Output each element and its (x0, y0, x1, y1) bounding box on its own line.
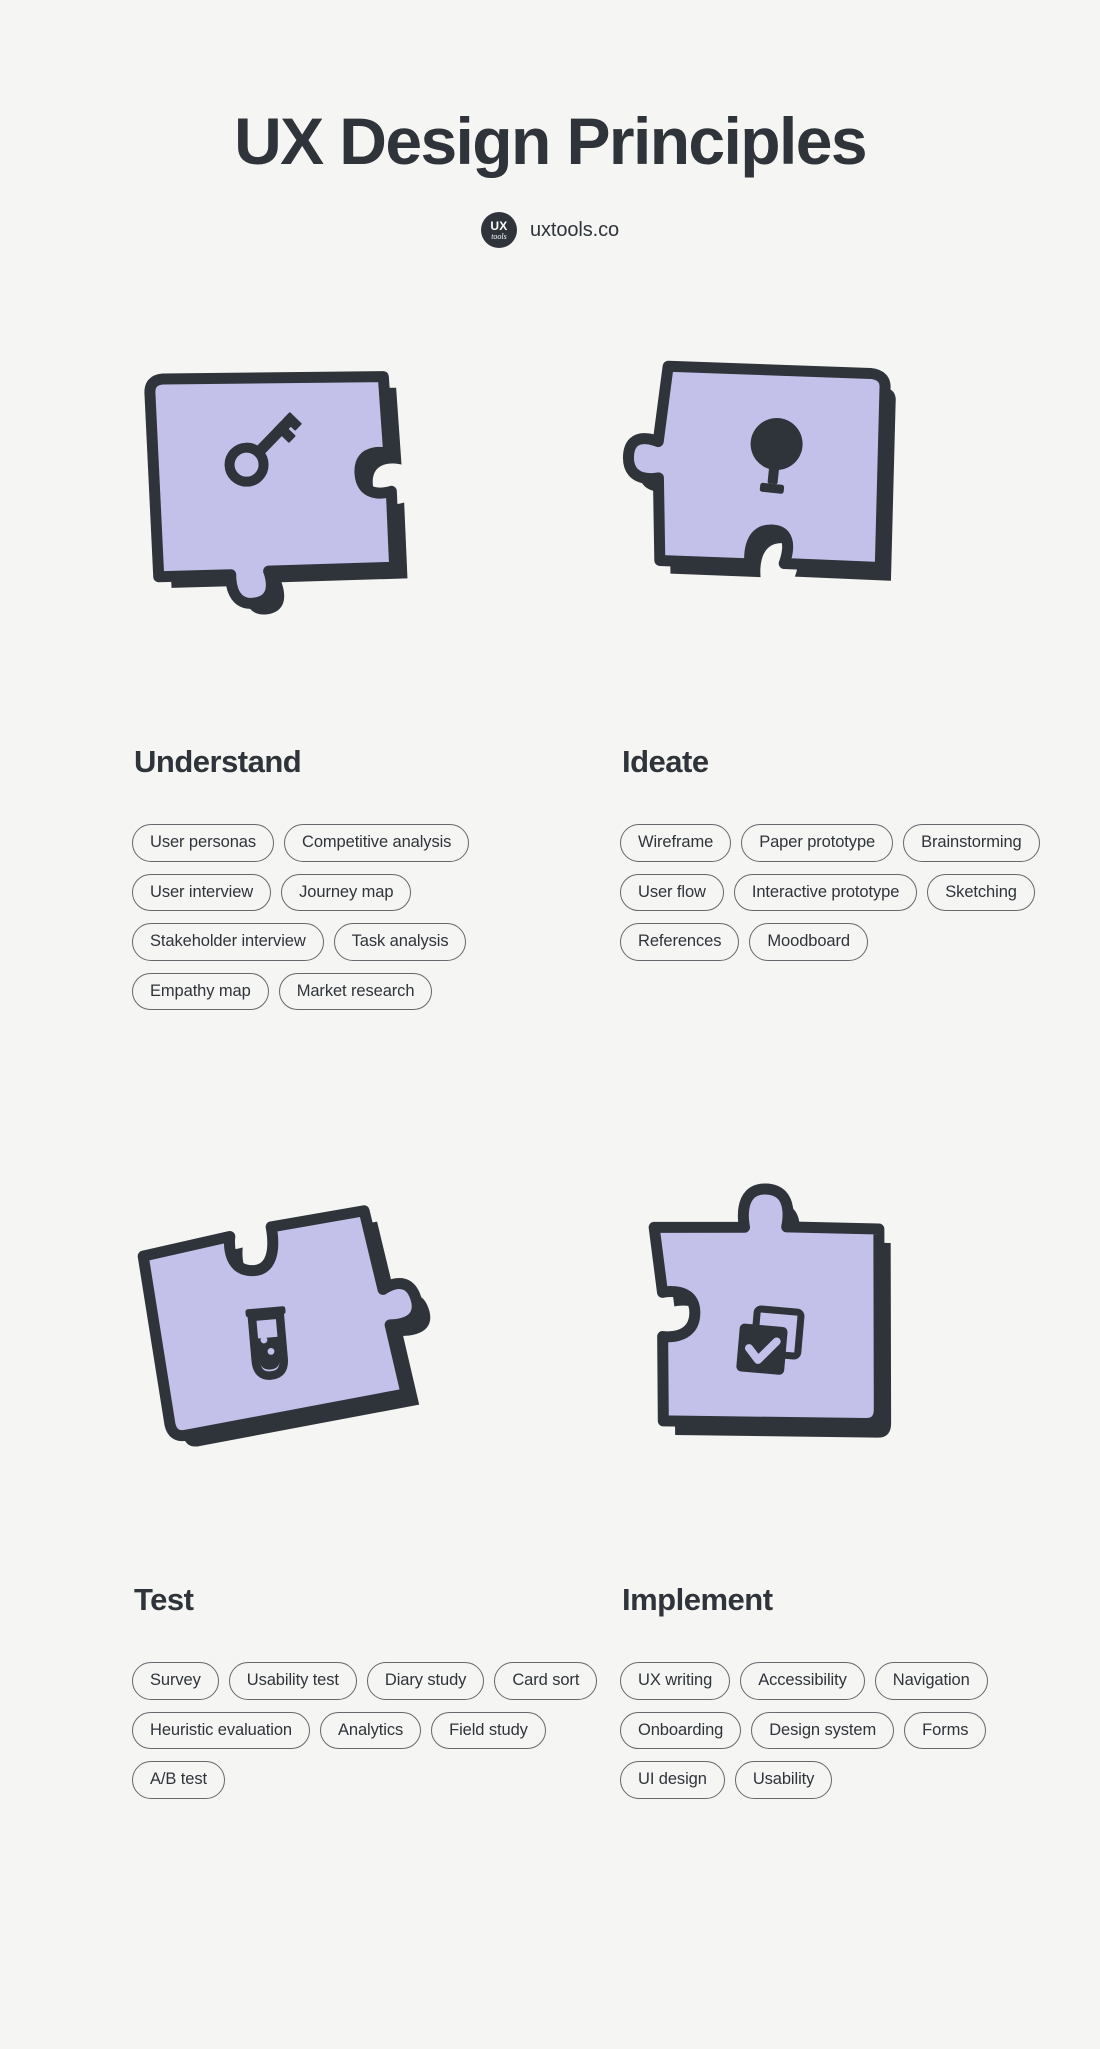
puzzle-piece-implement (620, 1183, 1080, 1582)
tag-item[interactable]: Analytics (320, 1711, 422, 1749)
tag-item[interactable]: Forms (904, 1711, 987, 1749)
puzzle-piece-test (132, 1198, 592, 1582)
tag-item[interactable]: User flow (620, 873, 724, 911)
tag-list-test: Survey Usability test Diary study Card s… (132, 1662, 612, 1799)
tag-item[interactable]: UX writing (620, 1662, 731, 1700)
tag-item[interactable]: Task analysis (333, 923, 467, 961)
tag-item[interactable]: Usability (734, 1761, 833, 1799)
tag-item[interactable]: Empathy map (132, 972, 269, 1010)
tag-item[interactable]: Card sort (494, 1662, 598, 1700)
tag-item[interactable]: Sketching (927, 873, 1035, 911)
page-title: UX Design Principles (234, 104, 867, 178)
section-title: Ideate (622, 744, 709, 779)
tag-item[interactable]: Design system (751, 1711, 895, 1749)
tag-item[interactable]: A/B test (132, 1761, 225, 1799)
key-puzzle-svg (144, 371, 408, 615)
uxtools-logo-icon: UX tools (480, 212, 517, 248)
brand-credit: UX tools uxtools.co (0, 212, 1100, 248)
tag-item[interactable]: User personas (132, 824, 274, 862)
tag-item[interactable]: User interview (132, 873, 272, 911)
tag-item[interactable]: Paper prototype (741, 824, 894, 862)
tag-item[interactable]: Market research (278, 972, 433, 1010)
logo-text-secondary: tools (491, 231, 507, 241)
section-title: Test (134, 1582, 194, 1617)
tag-list-understand: User personas Competitive analysis User … (132, 824, 612, 1010)
section-title: Understand (134, 744, 302, 779)
tag-item[interactable]: Moodboard (749, 923, 868, 961)
tag-item[interactable]: References (620, 923, 740, 961)
tag-item[interactable]: Diary study (366, 1662, 485, 1700)
tag-item[interactable]: Navigation (874, 1662, 988, 1700)
tag-item[interactable]: Wireframe (620, 824, 732, 862)
tag-item[interactable]: Survey (132, 1662, 219, 1700)
tag-item[interactable]: Brainstorming (903, 824, 1040, 862)
puzzle-piece-understand (132, 360, 592, 744)
lightbulb-puzzle-svg (622, 360, 896, 581)
poster-page: UX Design Principles UX tools uxtools.co (0, 0, 1100, 2049)
section-ideate: Ideate Wireframe Paper prototype Brainst… (620, 360, 1080, 961)
puzzle-piece-ideate (620, 360, 1080, 744)
tag-item[interactable]: Interactive prototype (733, 873, 918, 911)
tag-item[interactable]: Competitive analysis (284, 824, 470, 862)
brand-name: uxtools.co (529, 218, 620, 241)
tag-list-ideate: Wireframe Paper prototype Brainstorming … (620, 824, 1100, 961)
section-understand: Understand User personas Competitive ana… (132, 360, 592, 1010)
tag-item[interactable]: Field study (431, 1711, 546, 1749)
section-test: Test Survey Usability test Diary study C… (132, 1198, 598, 1799)
poster-header: UX Design Principles UX tools uxtools.co (0, 0, 1100, 248)
tag-list-implement: UX writing Accessibility Navigation Onbo… (620, 1662, 1100, 1799)
tag-item[interactable]: UI design (620, 1761, 725, 1799)
tag-item[interactable]: Usability test (228, 1662, 357, 1700)
tag-item[interactable]: Stakeholder interview (132, 923, 324, 961)
checkbox-tasks-puzzle-svg (648, 1183, 892, 1438)
section-implement: Implement UX writing Accessibility Navig… (620, 1183, 1080, 1799)
logo-text-primary: UX (490, 218, 508, 233)
tag-item[interactable]: Heuristic evaluation (132, 1711, 310, 1749)
tag-item[interactable]: Onboarding (620, 1711, 742, 1749)
tag-item[interactable]: Journey map (281, 873, 412, 911)
section-title: Implement (622, 1582, 773, 1617)
tag-item[interactable]: Accessibility (740, 1662, 865, 1700)
test-tube-puzzle-svg (137, 1205, 431, 1447)
